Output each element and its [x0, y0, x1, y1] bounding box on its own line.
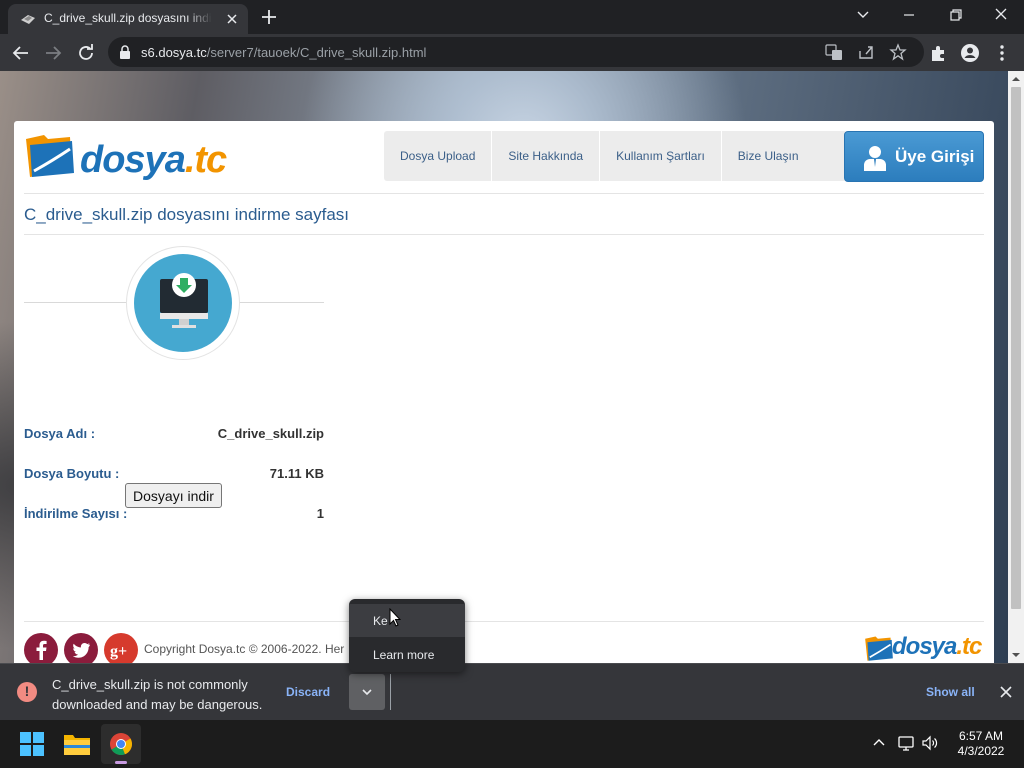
login-label: Üye Girişi	[895, 147, 975, 166]
mouse-cursor-icon	[389, 608, 401, 627]
start-button[interactable]	[12, 724, 52, 764]
nav-kullanim-sartlari[interactable]: Kullanım Şartları	[600, 131, 722, 181]
download-file-button[interactable]: Dosyayı indir	[125, 483, 222, 508]
page-title: C_drive_skull.zip dosyasını indirme sayf…	[24, 205, 350, 224]
download-count-label: İndirilme Sayısı :	[24, 506, 128, 521]
tab-search-icon[interactable]	[850, 4, 876, 26]
menu-item-learn-more[interactable]: Learn more	[349, 638, 465, 671]
forward-icon[interactable]	[42, 42, 64, 64]
show-all-button[interactable]: Show all	[926, 685, 975, 699]
active-app-indicator	[115, 761, 127, 764]
translate-icon[interactable]	[825, 43, 843, 61]
file-size-label: Dosya Boyutu :	[24, 466, 120, 481]
header-divider	[24, 193, 984, 194]
share-icon[interactable]	[857, 43, 875, 61]
facebook-icon[interactable]	[24, 633, 58, 663]
restore-icon[interactable]	[942, 4, 968, 26]
download-context-menu: Ke Learn more	[349, 599, 465, 672]
file-size-value: 71.11 KB	[269, 466, 324, 481]
scrollbar-thumb[interactable]	[1011, 87, 1021, 609]
tab-title: C_drive_skull.zip dosyasını indir -	[44, 11, 212, 25]
download-separator	[390, 674, 391, 710]
windows-logo-icon	[20, 732, 44, 756]
clock-date: 4/3/2022	[957, 744, 1005, 758]
info-row-file-size: Dosya Boyutu : 71.11 KB	[24, 466, 324, 484]
logo-text: dosya.tc	[80, 139, 227, 181]
nav-bize-ulasin[interactable]: Bize Ulaşın	[722, 131, 847, 181]
close-tab-icon[interactable]	[224, 11, 240, 27]
bookmark-star-icon[interactable]	[889, 43, 907, 61]
network-icon[interactable]	[897, 734, 915, 752]
svg-text:g+: g+	[110, 643, 127, 660]
file-name-value: C_drive_skull.zip	[217, 426, 324, 441]
footer-logo-text: dosya.tc	[892, 633, 982, 660]
reload-icon[interactable]	[75, 42, 97, 64]
site-logo[interactable]: dosya.tc	[24, 129, 227, 183]
windows-taskbar: 6:57 AM 4/3/2022	[0, 720, 1024, 768]
clock-time: 6:57 AM	[958, 729, 1004, 743]
copyright-text: Copyright Dosya.tc © 2006-2022. Her	[144, 642, 345, 656]
twitter-icon[interactable]	[64, 633, 98, 663]
scroll-down-icon[interactable]	[1012, 651, 1020, 659]
download-options-button[interactable]	[349, 674, 385, 710]
folder-icon	[64, 735, 90, 755]
browser-toolbar: s6.dosya.tc/server7/tauoek/C_drive_skull…	[0, 34, 1024, 71]
warning-line-1: C_drive_skull.zip is not commonly	[52, 677, 248, 692]
info-row-file-name: Dosya Adı : C_drive_skull.zip	[24, 426, 324, 444]
page-viewport: dosya.tc Dosya Upload Site Hakkında Kull…	[0, 71, 1008, 663]
page-scrollbar[interactable]	[1008, 71, 1024, 663]
main-nav: Dosya Upload Site Hakkında Kullanım Şart…	[384, 131, 847, 181]
title-divider	[24, 234, 984, 235]
warning-line-2: downloaded and may be dangerous.	[52, 697, 263, 712]
new-tab-icon[interactable]	[258, 6, 280, 28]
nav-dosya-upload[interactable]: Dosya Upload	[384, 131, 493, 181]
footer-divider	[24, 621, 984, 622]
footer-folder-icon	[865, 636, 893, 661]
favicon-icon	[21, 15, 35, 24]
discard-button[interactable]: Discard	[286, 685, 330, 699]
download-warning: C_drive_skull.zip is not commonly downlo…	[52, 675, 264, 715]
nav-site-hakkinda[interactable]: Site Hakkında	[492, 131, 601, 181]
close-window-icon[interactable]	[988, 4, 1014, 26]
chevron-down-icon	[362, 689, 372, 696]
system-clock[interactable]: 6:57 AM 4/3/2022	[946, 729, 1016, 759]
browser-tab[interactable]: C_drive_skull.zip dosyasını indir -	[8, 4, 248, 34]
chevron-up-icon[interactable]	[870, 734, 888, 752]
login-button[interactable]: Üye Girişi	[844, 131, 984, 182]
chrome-icon	[110, 733, 133, 756]
file-graphic	[24, 245, 324, 361]
volume-icon[interactable]	[921, 734, 939, 752]
download-bar: ! C_drive_skull.zip is not commonly down…	[0, 663, 1024, 720]
close-download-bar-icon[interactable]	[998, 684, 1014, 700]
tab-strip: C_drive_skull.zip dosyasını indir -	[0, 0, 1024, 34]
download-count-value: 1	[316, 506, 324, 521]
site-container: dosya.tc Dosya Upload Site Hakkında Kull…	[14, 121, 994, 663]
footer-logo[interactable]: dosya.tc	[864, 631, 984, 663]
info-row-download-count: İndirilme Sayısı : 1	[24, 506, 324, 524]
minimize-icon[interactable]	[896, 4, 922, 26]
menu-icon[interactable]	[991, 42, 1013, 64]
profile-icon[interactable]	[959, 42, 981, 64]
user-icon	[864, 146, 886, 171]
address-bar[interactable]: s6.dosya.tc/server7/tauoek/C_drive_skull…	[108, 37, 924, 67]
back-icon[interactable]	[10, 42, 32, 64]
extensions-icon[interactable]	[927, 42, 949, 64]
google-plus-icon[interactable]: g+	[104, 633, 138, 663]
warning-icon: !	[17, 682, 37, 702]
file-explorer-button[interactable]	[57, 724, 97, 764]
chrome-taskbar-button[interactable]	[101, 724, 141, 764]
menu-item-keep[interactable]: Ke	[349, 604, 465, 637]
scroll-up-icon[interactable]	[1012, 75, 1020, 83]
url-text: s6.dosya.tc/server7/tauoek/C_drive_skull…	[141, 45, 427, 60]
download-monitor-icon	[160, 273, 208, 328]
folder-logo-icon	[26, 135, 74, 177]
file-name-label: Dosya Adı :	[24, 426, 96, 441]
lock-icon[interactable]	[118, 45, 132, 59]
